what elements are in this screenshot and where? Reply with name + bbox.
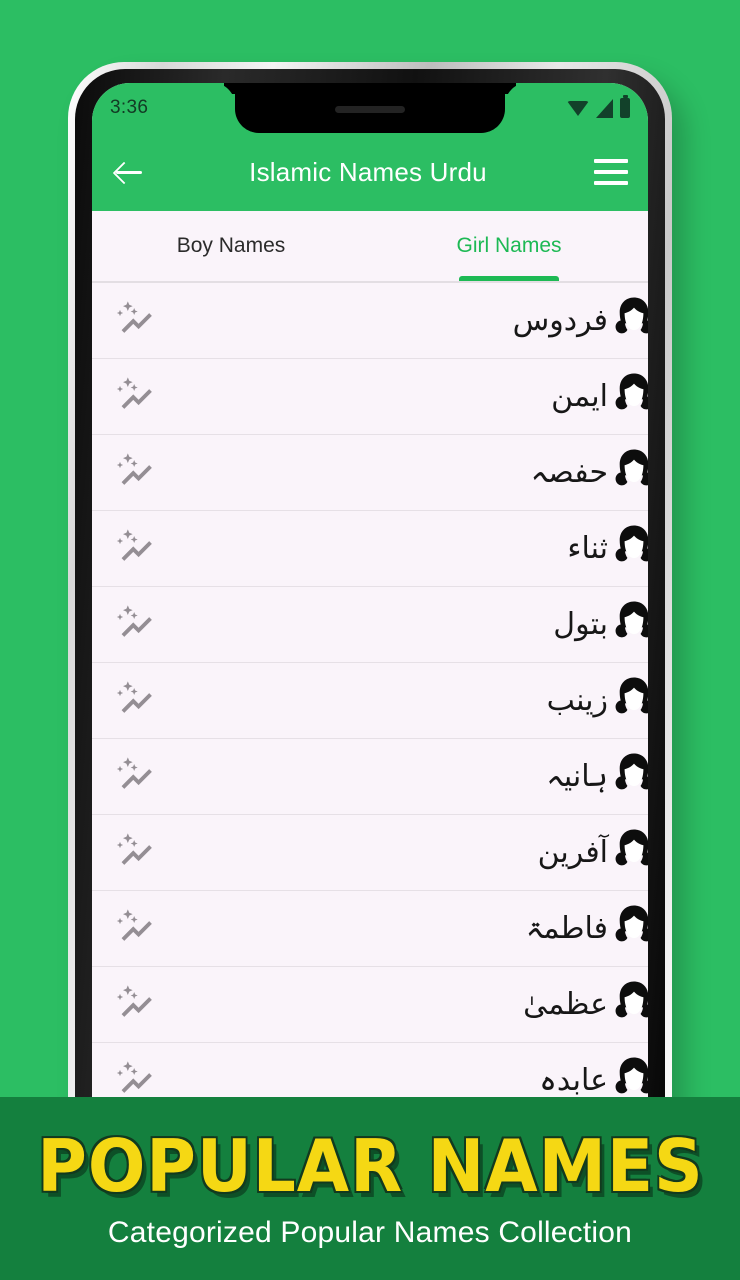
- tab-bar: Boy Names Girl Names: [92, 211, 648, 283]
- phone-bezel: 3:36 Islamic Names Urdu Boy Names Girl N…: [75, 69, 665, 1115]
- name-list-item[interactable]: فاطمۃ: [92, 891, 648, 967]
- name-text: بتول: [553, 607, 608, 642]
- name-list-item[interactable]: حفصہ: [92, 435, 648, 511]
- sparkle-icon: [116, 1060, 152, 1093]
- earpiece-speaker: [335, 105, 405, 113]
- promo-banner-title: POPULAR NAMES: [36, 1123, 704, 1208]
- tab-girl-names-label: Girl Names: [456, 234, 562, 257]
- app-bar: Islamic Names Urdu: [92, 133, 648, 211]
- name-text: زینب: [546, 683, 608, 718]
- name-list-item[interactable]: فردوس: [92, 283, 648, 359]
- tab-boy-names-label: Boy Names: [176, 234, 286, 257]
- sparkle-icon: [116, 604, 152, 637]
- sparkle-icon: [116, 680, 152, 713]
- sparkle-icon: [116, 756, 152, 789]
- name-text: آفرین: [537, 835, 608, 870]
- name-list-item[interactable]: عظمیٰ: [92, 967, 648, 1043]
- sparkle-icon: [116, 452, 152, 485]
- sparkle-icon: [116, 908, 152, 941]
- sparkle-icon: [116, 376, 152, 409]
- sparkle-icon: [116, 832, 152, 865]
- screenshot-stage: 3:36 Islamic Names Urdu Boy Names Girl N…: [0, 0, 740, 1280]
- name-text: ایمن: [551, 379, 608, 414]
- name-list-item[interactable]: بتول: [92, 587, 648, 663]
- name-text: فردوس: [512, 303, 608, 338]
- sparkle-icon: [116, 300, 152, 333]
- girl-avatar-icon: [615, 904, 648, 941]
- girl-avatar-icon: [615, 752, 648, 789]
- girl-avatar-icon: [615, 372, 648, 409]
- girl-avatar-icon: [615, 676, 648, 713]
- name-text: ہانیہ: [546, 759, 608, 794]
- name-list-item[interactable]: ایمن: [92, 359, 648, 435]
- sparkle-icon: [116, 528, 152, 561]
- phone-screen: 3:36 Islamic Names Urdu Boy Names Girl N…: [92, 83, 648, 1115]
- name-list-item[interactable]: ثناء: [92, 511, 648, 587]
- sparkle-icon: [116, 984, 152, 1017]
- status-bar-clock: 3:36: [110, 97, 149, 118]
- menu-line: [594, 170, 628, 174]
- battery-icon: [620, 95, 630, 118]
- hamburger-menu-icon[interactable]: [594, 159, 628, 185]
- tab-girl-names[interactable]: Girl Names: [370, 211, 648, 281]
- name-list-item[interactable]: ہانیہ: [92, 739, 648, 815]
- page-title: Islamic Names Urdu: [249, 156, 487, 187]
- promo-banner: POPULAR NAMES Categorized Popular Names …: [0, 1097, 740, 1280]
- back-arrow-icon[interactable]: [112, 155, 146, 189]
- name-list-item[interactable]: زینب: [92, 663, 648, 739]
- girl-avatar-icon: [615, 448, 648, 485]
- name-text: عابدہ: [539, 1063, 608, 1098]
- girl-avatar-icon: [615, 524, 648, 561]
- tab-boy-names[interactable]: Boy Names: [92, 211, 370, 281]
- girl-avatar-icon: [615, 828, 648, 865]
- girl-avatar-icon: [615, 980, 648, 1017]
- name-text: عظمیٰ: [523, 987, 608, 1022]
- girl-avatar-icon: [615, 296, 648, 333]
- wifi-icon: [567, 100, 589, 116]
- menu-line: [594, 181, 628, 185]
- status-bar-system-icons: [567, 95, 630, 118]
- menu-line: [594, 159, 628, 163]
- promo-banner-subtitle: Categorized Popular Names Collection: [107, 1215, 633, 1249]
- name-text: فاطمۃ: [525, 911, 608, 946]
- girl-avatar-icon: [615, 600, 648, 637]
- name-list[interactable]: فردوس ایمن حفصہ ثناء بتول زینب ہانیہ آفرین فاطمۃ…: [92, 283, 648, 1115]
- name-list-item[interactable]: آفرین: [92, 815, 648, 891]
- status-bar: 3:36: [92, 83, 648, 133]
- phone-notch: [235, 83, 505, 133]
- name-text: حفصہ: [530, 455, 608, 490]
- cellular-signal-icon: [596, 98, 613, 118]
- name-text: ثناء: [567, 531, 608, 566]
- phone-device-frame: 3:36 Islamic Names Urdu Boy Names Girl N…: [68, 62, 672, 1122]
